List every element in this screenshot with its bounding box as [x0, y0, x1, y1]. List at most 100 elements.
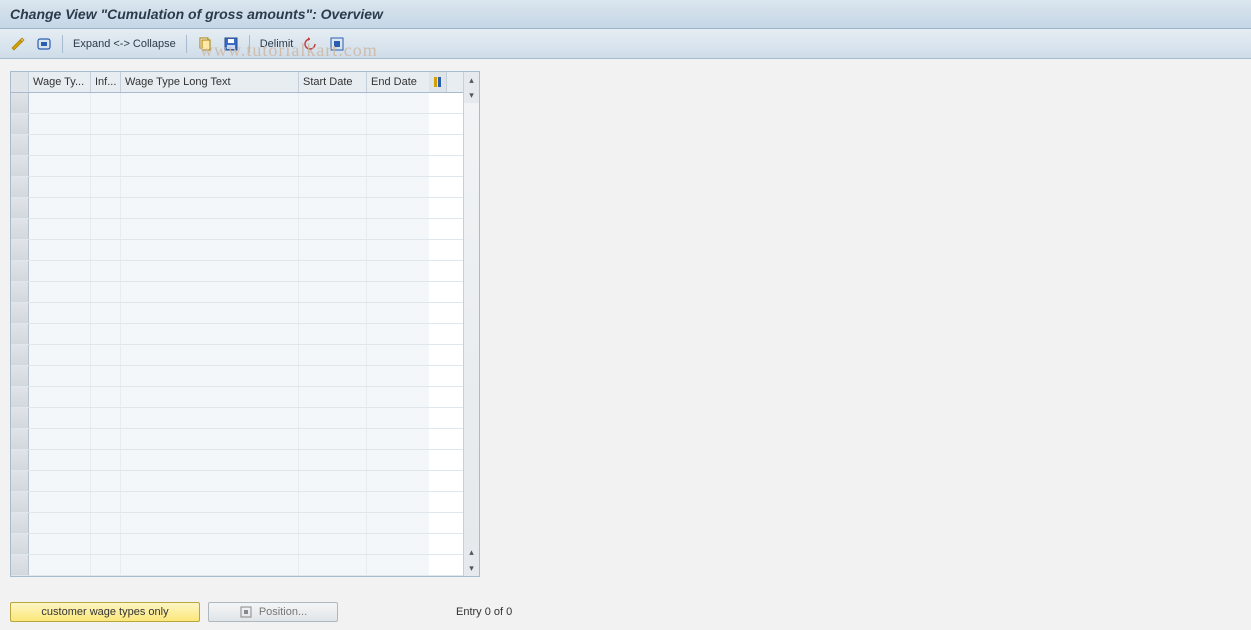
cell-end-date[interactable] — [367, 555, 429, 575]
cell-wage-type-long-text[interactable] — [121, 492, 299, 512]
cell-wage-type-long-text[interactable] — [121, 219, 299, 239]
row-selector[interactable] — [11, 345, 29, 365]
cell-inf[interactable] — [91, 555, 121, 575]
cell-wage-type[interactable] — [29, 324, 91, 344]
table-row[interactable] — [11, 303, 463, 324]
cell-end-date[interactable] — [367, 303, 429, 323]
cell-wage-type[interactable] — [29, 240, 91, 260]
table-row[interactable] — [11, 93, 463, 114]
row-selector[interactable] — [11, 408, 29, 428]
cell-inf[interactable] — [91, 492, 121, 512]
cell-inf[interactable] — [91, 177, 121, 197]
scroll-down-arrow-icon[interactable]: ▾ — [465, 88, 479, 102]
cell-start-date[interactable] — [299, 93, 367, 113]
row-selector[interactable] — [11, 429, 29, 449]
cell-wage-type[interactable] — [29, 450, 91, 470]
table-row[interactable] — [11, 261, 463, 282]
cell-wage-type[interactable] — [29, 198, 91, 218]
cell-wage-type-long-text[interactable] — [121, 471, 299, 491]
table-row[interactable] — [11, 429, 463, 450]
table-row[interactable] — [11, 492, 463, 513]
cell-end-date[interactable] — [367, 534, 429, 554]
cell-wage-type-long-text[interactable] — [121, 282, 299, 302]
cell-wage-type-long-text[interactable] — [121, 324, 299, 344]
cell-end-date[interactable] — [367, 93, 429, 113]
table-row[interactable] — [11, 156, 463, 177]
cell-end-date[interactable] — [367, 177, 429, 197]
table-row[interactable] — [11, 408, 463, 429]
cell-wage-type[interactable] — [29, 492, 91, 512]
cell-start-date[interactable] — [299, 555, 367, 575]
cell-wage-type-long-text[interactable] — [121, 534, 299, 554]
cell-inf[interactable] — [91, 471, 121, 491]
row-selector[interactable] — [11, 240, 29, 260]
cell-inf[interactable] — [91, 114, 121, 134]
row-selector[interactable] — [11, 513, 29, 533]
cell-inf[interactable] — [91, 135, 121, 155]
cell-start-date[interactable] — [299, 471, 367, 491]
table-row[interactable] — [11, 177, 463, 198]
table-row[interactable] — [11, 219, 463, 240]
cell-start-date[interactable] — [299, 135, 367, 155]
cell-end-date[interactable] — [367, 198, 429, 218]
cell-wage-type[interactable] — [29, 345, 91, 365]
row-selector[interactable] — [11, 219, 29, 239]
cell-start-date[interactable] — [299, 324, 367, 344]
row-selector[interactable] — [11, 534, 29, 554]
cell-wage-type[interactable] — [29, 366, 91, 386]
cell-wage-type-long-text[interactable] — [121, 513, 299, 533]
cell-inf[interactable] — [91, 93, 121, 113]
save-icon[interactable] — [221, 34, 241, 54]
cell-wage-type-long-text[interactable] — [121, 345, 299, 365]
cell-start-date[interactable] — [299, 408, 367, 428]
cell-end-date[interactable] — [367, 135, 429, 155]
row-selector[interactable] — [11, 366, 29, 386]
cell-wage-type[interactable] — [29, 93, 91, 113]
cell-end-date[interactable] — [367, 219, 429, 239]
cell-end-date[interactable] — [367, 282, 429, 302]
cell-wage-type[interactable] — [29, 261, 91, 281]
cell-inf[interactable] — [91, 534, 121, 554]
cell-wage-type-long-text[interactable] — [121, 555, 299, 575]
cell-wage-type-long-text[interactable] — [121, 114, 299, 134]
cell-wage-type-long-text[interactable] — [121, 156, 299, 176]
cell-end-date[interactable] — [367, 450, 429, 470]
cell-inf[interactable] — [91, 219, 121, 239]
cell-wage-type-long-text[interactable] — [121, 366, 299, 386]
table-row[interactable] — [11, 450, 463, 471]
cell-wage-type[interactable] — [29, 135, 91, 155]
cell-start-date[interactable] — [299, 450, 367, 470]
cell-wage-type-long-text[interactable] — [121, 135, 299, 155]
row-selector[interactable] — [11, 303, 29, 323]
table-row[interactable] — [11, 513, 463, 534]
cell-start-date[interactable] — [299, 156, 367, 176]
cell-wage-type[interactable] — [29, 219, 91, 239]
cell-end-date[interactable] — [367, 366, 429, 386]
table-row[interactable] — [11, 114, 463, 135]
cell-wage-type[interactable] — [29, 303, 91, 323]
row-selector[interactable] — [11, 492, 29, 512]
cell-wage-type-long-text[interactable] — [121, 198, 299, 218]
cell-end-date[interactable] — [367, 429, 429, 449]
cell-wage-type[interactable] — [29, 177, 91, 197]
cell-wage-type-long-text[interactable] — [121, 177, 299, 197]
cell-wage-type[interactable] — [29, 387, 91, 407]
cell-inf[interactable] — [91, 282, 121, 302]
cell-inf[interactable] — [91, 324, 121, 344]
column-header-start-date[interactable]: Start Date — [299, 72, 367, 92]
cell-end-date[interactable] — [367, 387, 429, 407]
cell-wage-type-long-text[interactable] — [121, 387, 299, 407]
cell-inf[interactable] — [91, 240, 121, 260]
scroll-down-bottom-arrow-icon[interactable]: ▾ — [465, 561, 479, 575]
cell-inf[interactable] — [91, 513, 121, 533]
cell-end-date[interactable] — [367, 492, 429, 512]
cell-inf[interactable] — [91, 387, 121, 407]
expand-collapse-button[interactable]: Expand <-> Collapse — [71, 38, 178, 50]
row-selector[interactable] — [11, 555, 29, 575]
row-selector[interactable] — [11, 471, 29, 491]
customer-wage-types-button[interactable]: customer wage types only — [10, 602, 200, 622]
cell-start-date[interactable] — [299, 261, 367, 281]
row-selector[interactable] — [11, 135, 29, 155]
cell-inf[interactable] — [91, 198, 121, 218]
table-row[interactable] — [11, 324, 463, 345]
